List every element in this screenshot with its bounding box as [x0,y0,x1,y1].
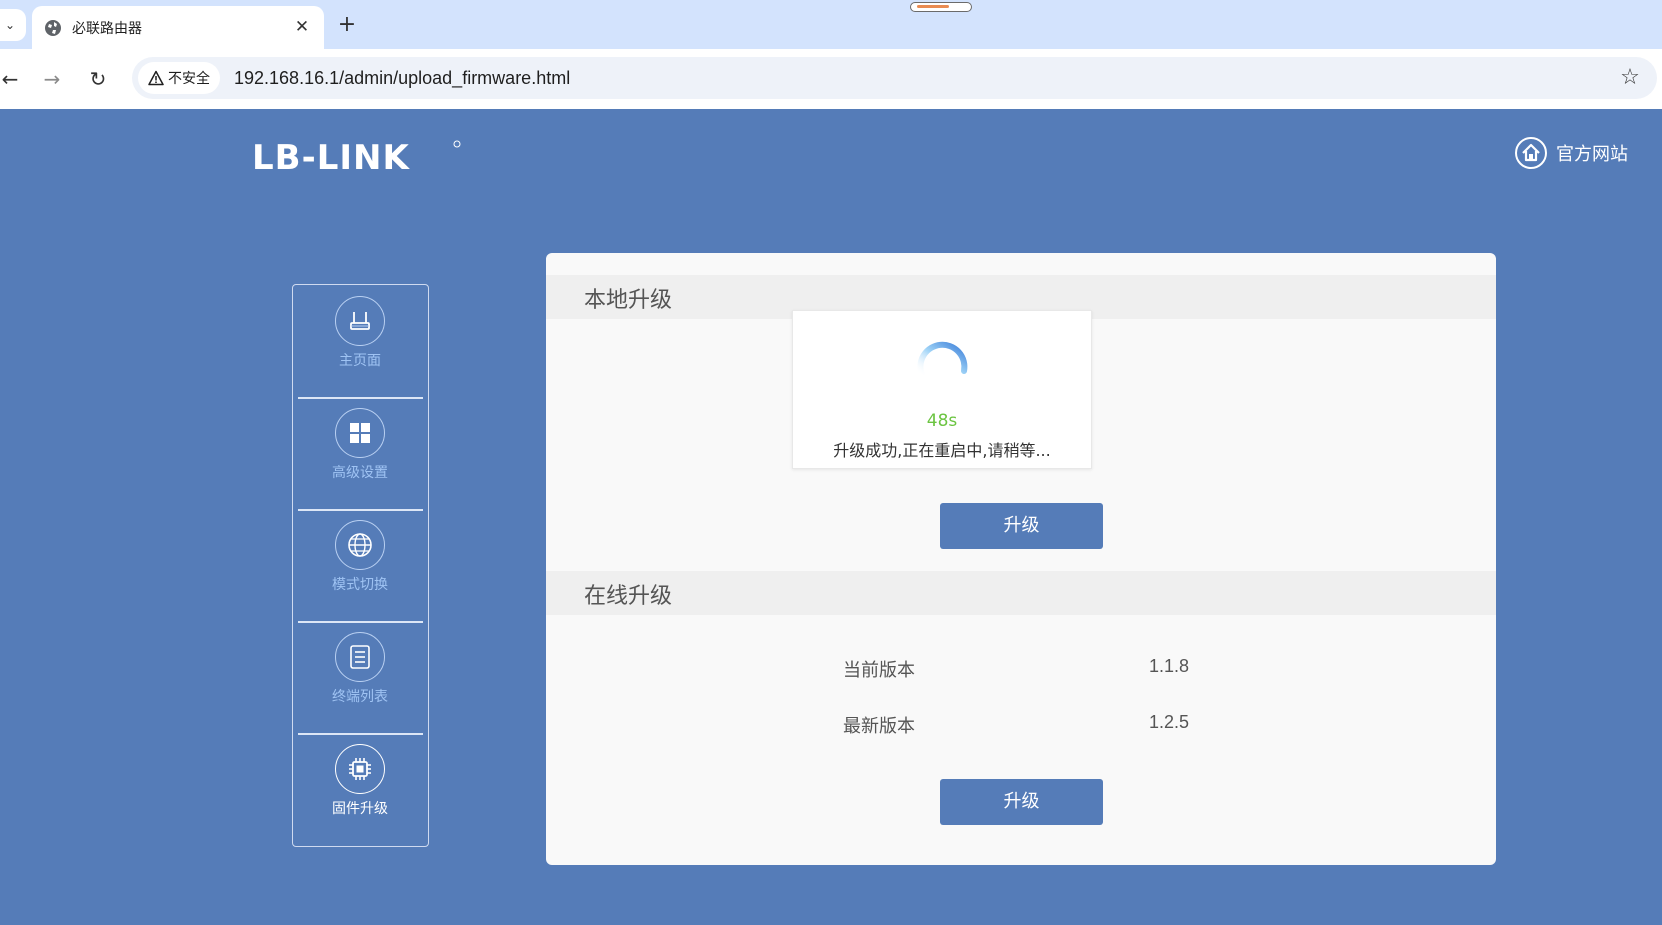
bookmark-star-icon[interactable]: ☆ [1617,65,1643,91]
router-admin-page: LB-LINK 官方网站 主页面 高级设置 模式切换 终端列表 固件升级 本地升… [0,109,1662,925]
online-upgrade-button[interactable]: 升级 [940,779,1103,825]
address-bar[interactable]: 不安全 192.168.16.1/admin/upload_firmware.h… [132,57,1657,99]
sidebar-item-advanced-settings[interactable]: 高级设置 [293,397,427,509]
firmware-upgrade-panel: 本地升级 48s 升级成功,正在重启中,请稍等... 升级 在线升级 当前版本 … [546,253,1496,865]
sidebar-item-mode-switch[interactable]: 模式切换 [293,509,427,621]
section-title: 在线升级 [584,584,673,609]
forward-button[interactable]: → [38,65,66,93]
sidebar-item-label: 模式切换 [332,577,388,593]
sidebar-item-label: 终端列表 [332,689,388,705]
lb-link-logo: LB-LINK [252,138,461,176]
countdown-timer: 48s [926,411,958,431]
security-indicator[interactable]: 不安全 [138,62,220,94]
official-website-link[interactable]: 官方网站 [1514,136,1628,170]
sidebar-item-home[interactable]: 主页面 [293,285,427,397]
sidebar-item-firmware-upgrade[interactable]: 固件升级 [293,733,427,845]
router-icon [335,296,385,346]
sidebar-item-label: 主页面 [339,353,381,369]
current-version-value: 1.1.8 [1149,656,1190,676]
back-button[interactable]: ← [0,65,24,93]
warning-icon [148,70,164,86]
browser-tab[interactable]: 必联路由器 ✕ [32,6,324,49]
upgrade-status-message: 升级成功,正在重启中,请稍等... [833,441,1051,460]
latest-version-row: 最新版本 1.2.5 [546,712,1496,742]
url-text[interactable]: 192.168.16.1/admin/upload_firmware.html [234,68,570,89]
new-tab-button[interactable]: + [333,11,361,39]
loading-spinner-icon [917,341,968,378]
tab-search-dropdown[interactable]: ⌄ [0,9,26,41]
browser-toolbar: ← → ↻ 不安全 192.168.16.1/admin/upload_firm… [0,49,1662,109]
latest-version-value: 1.2.5 [1149,712,1190,732]
globe-icon [335,520,385,570]
home-icon [1515,137,1547,169]
online-upgrade-header: 在线升级 [546,571,1496,615]
upgrade-progress-dialog: 48s 升级成功,正在重启中,请稍等... [792,310,1092,469]
svg-text:LB-LINK: LB-LINK [252,138,410,176]
security-label: 不安全 [168,71,210,87]
list-icon [335,632,385,682]
browser-tab-bar: ⌄ 必联路由器 ✕ + [0,0,1662,49]
chip-icon [335,744,385,794]
sidebar-item-label: 固件升级 [332,801,388,817]
close-icon[interactable]: ✕ [290,15,314,39]
grid-icon [335,408,385,458]
sidebar-nav: 主页面 高级设置 模式切换 终端列表 固件升级 [292,284,429,847]
sidebar-item-client-list[interactable]: 终端列表 [293,621,427,733]
globe-icon [45,20,61,36]
sidebar-item-label: 高级设置 [332,465,388,481]
local-upgrade-button[interactable]: 升级 [940,503,1103,549]
reload-button[interactable]: ↻ [84,65,112,93]
window-handle[interactable] [910,2,972,12]
section-title: 本地升级 [584,288,673,313]
official-website-label: 官方网站 [1556,144,1628,165]
latest-version-label: 最新版本 [843,716,915,737]
tab-title: 必联路由器 [72,21,142,37]
current-version-row: 当前版本 1.1.8 [546,656,1496,686]
current-version-label: 当前版本 [843,660,915,681]
